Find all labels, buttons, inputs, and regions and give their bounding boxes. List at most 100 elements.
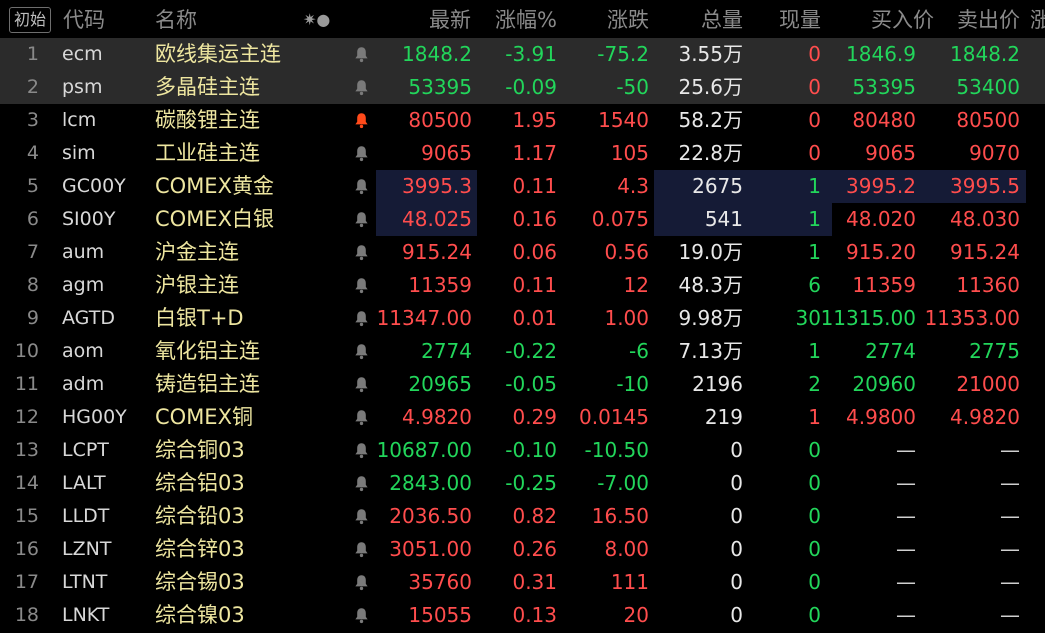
bell-icon[interactable] [354, 38, 370, 71]
last-price: 915.24 [402, 240, 472, 264]
symbol-code: LCPT [62, 439, 109, 461]
col-volume[interactable]: 总量 [701, 0, 743, 38]
total-volume: 0 [730, 438, 743, 462]
cell-highlight [654, 203, 832, 236]
bell-icon[interactable] [354, 566, 370, 599]
change-percent: 0.29 [512, 405, 557, 429]
bell-icon[interactable] [354, 500, 370, 533]
col-change-pct[interactable]: 涨幅% [495, 0, 557, 38]
settings-icon[interactable]: ✷● [303, 0, 330, 38]
table-row[interactable]: 3 lcm 碳酸锂主连 80500 1.95 1540 58.2万 0 80480 80500 [0, 104, 1045, 137]
bell-icon[interactable] [354, 599, 370, 632]
bell-icon[interactable] [354, 170, 370, 203]
bell-icon[interactable] [354, 302, 370, 335]
table-row[interactable]: 13 LCPT 综合铜03 10687.00 -0.10 -10.50 0 0 — — [0, 434, 1045, 467]
table-row[interactable]: 2 psm 多晶硅主连 53395 -0.09 -50 25.6万 0 53395 53400 [0, 71, 1045, 104]
reset-button[interactable]: 初始 [9, 7, 52, 33]
ask-price: 3995.5 [950, 174, 1020, 198]
symbol-code: GC00Y [62, 175, 126, 197]
bell-icon[interactable] [354, 137, 370, 170]
change-percent: 0.16 [512, 207, 557, 231]
total-volume: 9.98万 [678, 306, 743, 330]
table-row[interactable]: 10 aom 氧化铝主连 2774 -0.22 -6 7.13万 1 2774 2775 [0, 335, 1045, 368]
last-price: 2036.50 [389, 504, 472, 528]
table-row[interactable]: 9 AGTD 白银T+D 11347.00 0.01 1.00 9.98万 30 11315.0… [0, 302, 1045, 335]
table-row[interactable]: 8 agm 沪银主连 11359 0.11 12 48.3万 6 11359 11360 [0, 269, 1045, 302]
col-last-price[interactable]: 最新 [429, 0, 471, 38]
bell-icon[interactable] [354, 269, 370, 302]
instrument-name: 多晶硅主连 [155, 75, 260, 99]
last-price: 3051.00 [389, 537, 472, 561]
row-number: 10 [14, 340, 39, 362]
table-row[interactable]: 11 adm 铸造铝主连 20965 -0.05 -10 2196 2 20960 21000 [0, 368, 1045, 401]
bell-icon[interactable] [354, 533, 370, 566]
bell-icon[interactable] [354, 368, 370, 401]
instrument-name: 工业硅主连 [155, 141, 260, 165]
bid-price: 53395 [852, 75, 916, 99]
table-row[interactable]: 14 LALT 综合铝03 2843.00 -0.25 -7.00 0 0 — — [0, 467, 1045, 500]
col-current-volume[interactable]: 现量 [779, 0, 821, 38]
total-volume: 0 [730, 471, 743, 495]
col-more[interactable]: 涨 [1030, 0, 1045, 38]
ask-price: 4.9820 [950, 405, 1020, 429]
table-row[interactable]: 15 LLDT 综合铅03 2036.50 0.82 16.50 0 0 — — [0, 500, 1045, 533]
instrument-name: 综合锡03 [155, 570, 245, 594]
change-amount: -50 [616, 75, 649, 99]
change-amount: 0.0145 [579, 405, 649, 429]
ask-price: — [1000, 537, 1020, 561]
change-percent: 1.17 [512, 141, 557, 165]
table-row[interactable]: 4 sim 工业硅主连 9065 1.17 105 22.8万 0 9065 9070 [0, 137, 1045, 170]
change-amount: 1540 [598, 108, 649, 132]
table-row[interactable]: 16 LZNT 综合锌03 3051.00 0.26 8.00 0 0 — — [0, 533, 1045, 566]
table-row[interactable]: 5 GC00Y COMEX黄金 3995.3 0.11 4.3 2675 1 3995.2 399… [0, 170, 1045, 203]
total-volume: 22.8万 [678, 141, 743, 165]
last-price: 53395 [408, 75, 472, 99]
current-volume: 2 [808, 372, 821, 396]
instrument-name: COMEX黄金 [155, 174, 274, 198]
last-price: 11347.00 [376, 306, 472, 330]
instrument-name: 氧化铝主连 [155, 339, 260, 363]
col-name[interactable]: 名称 [155, 0, 197, 38]
last-price: 4.9820 [402, 405, 472, 429]
bell-icon[interactable] [354, 467, 370, 500]
col-ask-price[interactable]: 卖出价 [957, 0, 1020, 38]
last-price: 2774 [421, 339, 472, 363]
bell-icon[interactable] [354, 434, 370, 467]
total-volume: 541 [704, 207, 743, 231]
row-number: 15 [14, 505, 39, 527]
change-percent: -0.05 [505, 372, 557, 396]
row-number: 13 [14, 439, 39, 461]
bell-icon[interactable] [354, 236, 370, 269]
col-bid-price[interactable]: 买入价 [871, 0, 934, 38]
bell-icon[interactable] [354, 71, 370, 104]
row-number: 11 [14, 373, 39, 395]
col-code[interactable]: 代码 [63, 0, 105, 38]
bell-icon[interactable] [354, 203, 370, 236]
bid-price: 4.9800 [846, 405, 916, 429]
change-percent: 0.11 [512, 273, 557, 297]
table-row[interactable]: 18 LNKT 综合镍03 15055 0.13 20 0 0 — — [0, 599, 1045, 632]
ask-price: 2775 [969, 339, 1020, 363]
table-row[interactable]: 17 LTNT 综合锡03 35760 0.31 111 0 0 — — [0, 566, 1045, 599]
change-amount: -7.00 [597, 471, 649, 495]
change-percent: 0.82 [512, 504, 557, 528]
change-amount: -10 [616, 372, 649, 396]
row-number: 4 [26, 142, 39, 164]
table-row[interactable]: 12 HG00Y COMEX铜 4.9820 0.29 0.0145 219 1 4.9800 4… [0, 401, 1045, 434]
bell-icon[interactable] [354, 104, 370, 137]
total-volume: 2675 [692, 174, 743, 198]
row-number: 2 [26, 76, 39, 98]
instrument-name: 综合铅03 [155, 504, 245, 528]
bid-price: 80480 [852, 108, 916, 132]
symbol-code: agm [62, 274, 105, 296]
instrument-name: COMEX铜 [155, 405, 253, 429]
bell-icon[interactable] [354, 401, 370, 434]
table-row[interactable]: 6 SI00Y COMEX白银 48.025 0.16 0.075 541 1 48.020 48… [0, 203, 1045, 236]
table-row[interactable]: 7 aum 沪金主连 915.24 0.06 0.56 19.0万 1 915.20 915.24 [0, 236, 1045, 269]
total-volume: 0 [730, 504, 743, 528]
change-percent: 0.06 [512, 240, 557, 264]
bell-icon[interactable] [354, 335, 370, 368]
col-change[interactable]: 涨跌 [607, 0, 649, 38]
total-volume: 3.55万 [678, 42, 743, 66]
table-row[interactable]: 1 ecm 欧线集运主连 1848.2 -3.91 -75.2 3.55万 0 1846.9 18… [0, 38, 1045, 71]
